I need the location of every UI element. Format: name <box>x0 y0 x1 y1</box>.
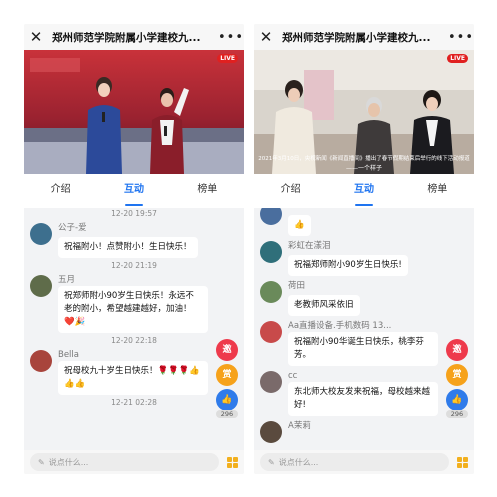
username: 彩虹在漾泪 <box>288 241 331 251</box>
live-video[interactable]: LIVE 2021年3月10日，央视新闻《新闻直播间》播出了春节假期结束后举行的… <box>254 50 474 174</box>
live-badge: LIVE <box>447 54 468 63</box>
page-title: 郑州师范学院附属小学建校九... <box>52 31 201 44</box>
invite-button[interactable]: 邀 <box>216 339 238 361</box>
floating-actions: 邀 赏 👍 296 <box>216 339 240 418</box>
close-icon[interactable]: ✕ <box>254 28 278 46</box>
like-count: 296 <box>216 410 238 418</box>
comment-text: 祝郑师附小90岁生日快乐！永远不老的附小，希望越建越好，加油！❤️🎉 <box>58 286 208 333</box>
page-title: 郑州师范学院附属小学建校九... <box>282 31 431 44</box>
username: Aa直播设备.手机数码 13... <box>288 321 392 331</box>
timestamp: 12-20 22:18 <box>111 336 157 345</box>
input-placeholder: 说点什么... <box>48 457 89 467</box>
timestamp: 12-20 21:19 <box>111 261 157 270</box>
comment-text: 👍 <box>288 215 311 236</box>
video-subtitle: ——一个样子 <box>345 165 382 172</box>
comment-input[interactable]: ✎ 说点什么... <box>260 453 449 471</box>
username: 五月 <box>58 275 76 285</box>
timestamp: 12-20 19:57 <box>111 209 157 218</box>
username: cc <box>288 371 298 381</box>
avatar[interactable] <box>30 223 52 245</box>
comment-feed[interactable]: 12-20 19:57 公子-爱 祝福附小！点赞附小！生日快乐！ 12-20 2… <box>24 208 244 450</box>
avatar[interactable] <box>260 421 282 443</box>
tab-ranking[interactable]: 榜单 <box>401 174 474 208</box>
tab-interaction[interactable]: 互动 <box>97 174 170 208</box>
comment-item: Aa直播设备.手机数码 13... 祝福附小90华诞生日快乐，桃李芬芳。 <box>254 318 474 368</box>
comment-item: 五月 祝郑师附小90岁生日快乐！永远不老的附小，希望越建越好，加油！❤️🎉 <box>24 272 244 335</box>
comment-item: cc 东北师大校友发来祝福，母校越来越好! <box>254 368 474 418</box>
input-bar: ✎ 说点什么... <box>24 450 244 474</box>
comment-text: 祝福附小90华诞生日快乐，桃李芬芳。 <box>288 332 438 366</box>
comment-item: 彩虹在漾泪 祝福郑师附小90岁生日快乐! <box>254 238 474 278</box>
phone-screen-1: ✕ 郑州师范学院附属小学建校九... ••• LIVE 介绍 互动 榜单 12-… <box>24 24 244 474</box>
video-caption: 2021年3月10日，央视新闻《新闻直播间》播出了春节假期结束后举行的线下活动报… <box>258 156 470 162</box>
invite-button[interactable]: 邀 <box>446 339 468 361</box>
tab-intro[interactable]: 介绍 <box>254 174 327 208</box>
more-icon[interactable]: ••• <box>448 30 474 45</box>
video-frame-stage <box>24 50 244 174</box>
comment-item: 公子-爱 祝福附小！点赞附小！生日快乐！ <box>24 220 244 260</box>
comment-text: 老教师风采依旧 <box>288 295 360 316</box>
thumbs-up-icon: 👍 <box>221 395 233 405</box>
grid-icon[interactable] <box>457 456 468 468</box>
comment-item: 荷田 老教师风采依旧 <box>254 278 474 318</box>
tab-bar: 介绍 互动 榜单 <box>24 174 244 208</box>
tab-bar: 介绍 互动 榜单 <box>254 174 474 208</box>
more-icon[interactable]: ••• <box>218 30 244 45</box>
comment-text: 东北师大校友发来祝福，母校越来越好! <box>288 382 438 416</box>
comment-item: A茉莉 <box>254 418 474 445</box>
avatar[interactable] <box>30 275 52 297</box>
title-bar: ✕ 郑州师范学院附属小学建校九... ••• <box>24 24 244 50</box>
comment-feed[interactable]: 👍 彩虹在漾泪 祝福郑师附小90岁生日快乐! 荷田 老教师风采依旧 Aa直播设备… <box>254 208 474 450</box>
comment-item: 👍 <box>254 208 474 238</box>
username: 公子-爱 <box>58 223 87 233</box>
avatar[interactable] <box>260 281 282 303</box>
pen-icon: ✎ <box>268 457 275 467</box>
pen-icon: ✎ <box>38 457 45 467</box>
avatar[interactable] <box>30 350 52 372</box>
grid-icon[interactable] <box>227 456 238 468</box>
title-bar: ✕ 郑州师范学院附属小学建校九... ••• <box>254 24 474 50</box>
comment-input[interactable]: ✎ 说点什么... <box>30 453 219 471</box>
thumbs-up-icon: 👍 <box>451 395 463 405</box>
like-count: 296 <box>446 410 468 418</box>
comment-text: 祝福附小！点赞附小！生日快乐！ <box>58 237 198 258</box>
reward-button[interactable]: 赏 <box>216 364 238 386</box>
avatar[interactable] <box>260 371 282 393</box>
username: Bella <box>58 350 79 360</box>
input-placeholder: 说点什么... <box>278 457 319 467</box>
avatar[interactable] <box>260 241 282 263</box>
username: 荷田 <box>288 281 306 291</box>
floating-actions: 邀 赏 👍 296 <box>446 339 470 418</box>
like-button[interactable]: 👍 <box>216 389 238 411</box>
comment-item: Bella 祝母校九十岁生日快乐！🌹🌹🌹👍👍👍 <box>24 347 244 397</box>
reward-button[interactable]: 赏 <box>446 364 468 386</box>
phone-screen-2: ✕ 郑州师范学院附属小学建校九... ••• LIVE 2021年3月10日，央… <box>254 24 474 474</box>
comment-text: 祝母校九十岁生日快乐！🌹🌹🌹👍👍👍 <box>58 361 208 395</box>
tab-ranking[interactable]: 榜单 <box>171 174 244 208</box>
username: A茉莉 <box>288 421 311 431</box>
comment-text: 祝福郑师附小90岁生日快乐! <box>288 255 408 276</box>
avatar[interactable] <box>260 321 282 343</box>
input-bar: ✎ 说点什么... <box>254 450 474 474</box>
timestamp: 12-21 02:28 <box>111 398 157 407</box>
close-icon[interactable]: ✕ <box>24 28 48 46</box>
live-badge: LIVE <box>217 54 238 63</box>
tab-intro[interactable]: 介绍 <box>24 174 97 208</box>
avatar[interactable] <box>260 208 282 225</box>
live-video[interactable]: LIVE <box>24 50 244 174</box>
like-button[interactable]: 👍 <box>446 389 468 411</box>
tab-interaction[interactable]: 互动 <box>327 174 400 208</box>
